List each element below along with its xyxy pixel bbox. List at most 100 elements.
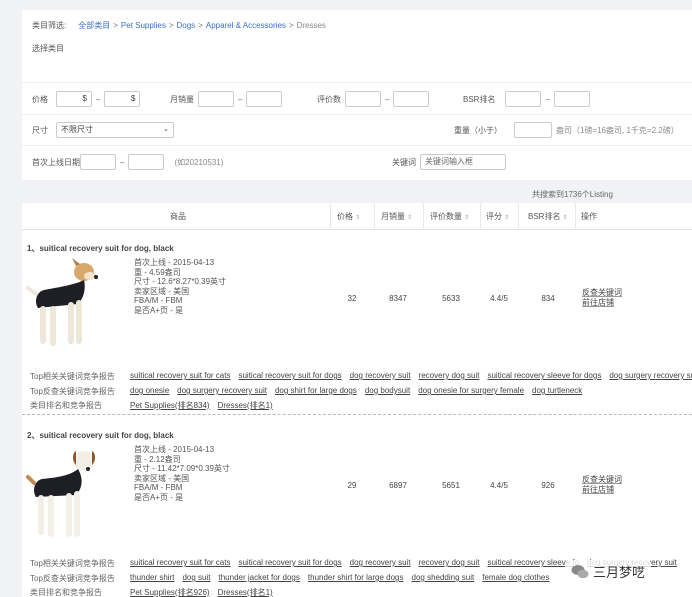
- launch-date-label: 首次上线日期: [32, 157, 80, 167]
- keyword-link[interactable]: recovery dog suit: [419, 371, 480, 382]
- category-rank-link[interactable]: Pet Supplies(排名926): [130, 587, 210, 597]
- range-dash: –: [545, 94, 550, 104]
- product-actions: 反查关键词 前往店铺: [582, 475, 622, 495]
- breadcrumb-apparel[interactable]: Apparel & Accessories: [206, 21, 286, 30]
- reviews-cell: 5651: [442, 481, 460, 490]
- chevron-down-icon: ⌄: [163, 126, 169, 133]
- reverse-keyword-link[interactable]: 反查关键词: [582, 475, 622, 485]
- header-price[interactable]: 价格 ⇕: [337, 203, 360, 230]
- header-bsr[interactable]: BSR排名 ⇕: [528, 203, 567, 230]
- header-monthly-sales[interactable]: 月销量 ⇕: [381, 203, 412, 230]
- keyword-link[interactable]: dog surgery recovery suit: [177, 386, 267, 397]
- header-rating[interactable]: 评分 ⇕: [486, 203, 509, 230]
- sales-cell: 8347: [389, 294, 407, 303]
- product-image[interactable]: [26, 445, 100, 545]
- price-cell: 29: [347, 481, 357, 490]
- visit-store-link[interactable]: 前往店铺: [582, 298, 622, 308]
- sort-icon: ⇕: [504, 215, 510, 221]
- category-rank-row: 类目排名和竞争报告 Pet Supplies(排名834) Dresses(排名…: [30, 400, 281, 411]
- keyword-link[interactable]: suitical recovery suit for dogs: [238, 371, 341, 382]
- range-dash: –: [96, 94, 101, 104]
- keyword-link[interactable]: thunder jacket for dogs: [219, 573, 300, 584]
- bsr-max-input[interactable]: [553, 91, 590, 107]
- header-product: 商品: [170, 212, 186, 221]
- product-meta: 首次上线 - 2015-04-13 重 - 2.12盎司 尺寸 - 11.42*…: [134, 445, 230, 502]
- kw-row-label: Top反查关键词竞争报告: [30, 574, 115, 583]
- bsr-min-input[interactable]: [505, 91, 542, 107]
- kw-row-label: 类目排名和竞争报告: [30, 401, 102, 410]
- category-rank-link[interactable]: Dresses(排名1): [218, 400, 273, 411]
- reviews-min-input[interactable]: [345, 91, 381, 107]
- sort-icon: ⇕: [562, 215, 568, 221]
- keyword-link[interactable]: dog suit: [182, 573, 210, 584]
- sort-icon: ⇕: [407, 215, 413, 221]
- launch-date-hint: (如20210531): [174, 157, 224, 167]
- select-category-label: 选择类目: [32, 44, 64, 53]
- keyword-report-row: Top相关关键词竞争报告 suitical recovery suit for …: [30, 371, 692, 382]
- keyword-link[interactable]: suitical recovery suit for cats: [130, 371, 230, 382]
- launch-date-start-input[interactable]: [80, 154, 116, 170]
- keyword-link[interactable]: suitical recovery suit for cats: [130, 558, 230, 569]
- keyword-report-row: Top反查关键词竞争报告 dog onesie dog surgery reco…: [30, 386, 590, 397]
- rating-cell: 4.4/5: [490, 481, 508, 490]
- keyword-link[interactable]: recovery dog suit: [419, 558, 480, 569]
- weight-label: 重量（小于）: [454, 125, 502, 135]
- wechat-icon: [571, 564, 589, 578]
- product-title[interactable]: 2、suitical recovery suit for dog, black: [27, 430, 174, 441]
- keyword-link[interactable]: dog onesie: [130, 386, 169, 397]
- sales-max-input[interactable]: [246, 91, 283, 107]
- launch-date-end-input[interactable]: [128, 154, 165, 170]
- reviews-max-input[interactable]: [393, 91, 430, 107]
- visit-store-link[interactable]: 前往店铺: [582, 485, 622, 495]
- header-reviews[interactable]: 评价数量 ⇕: [430, 203, 469, 230]
- breadcrumb-pet-supplies[interactable]: Pet Supplies: [121, 21, 166, 30]
- kw-row-label: Top反查关键词竞争报告: [30, 387, 115, 396]
- range-dash: –: [385, 94, 390, 104]
- sales-min-input[interactable]: [198, 91, 234, 107]
- row-divider: [22, 414, 692, 415]
- keyword-link[interactable]: suitical recovery suit for dogs: [238, 558, 341, 569]
- breadcrumb-all[interactable]: 全部类目: [78, 21, 110, 30]
- keyword-link[interactable]: dog recovery suit: [350, 558, 411, 569]
- keyword-link[interactable]: dog turtleneck: [532, 386, 582, 397]
- category-filter-label: 类目筛选:: [32, 21, 67, 30]
- result-count: 共搜索到1736个Listing: [532, 190, 613, 199]
- bsr-cell: 926: [541, 481, 555, 490]
- keyword-link[interactable]: dog bodysuit: [365, 386, 410, 397]
- kw-row-label: Top相关关键词竞争报告: [30, 372, 115, 381]
- range-dash: –: [120, 157, 125, 167]
- keyword-input[interactable]: 关键词输入框: [420, 154, 506, 170]
- product-image[interactable]: [26, 258, 100, 356]
- price-max-input[interactable]: $: [104, 91, 141, 107]
- keyword-link[interactable]: thunder shirt for large dogs: [308, 573, 404, 584]
- results-table: 商品 价格 ⇕ 月销量 ⇕ 评价数量 ⇕ 评分 ⇕ BSR排名 ⇕ 操作 1、suitic…: [22, 203, 692, 597]
- sales-cell: 6897: [389, 481, 407, 490]
- kw-row-label: Top相关关键词竞争报告: [30, 559, 115, 568]
- size-select-value: 不限尺寸: [61, 125, 93, 134]
- sort-icon: ⇕: [355, 215, 361, 221]
- size-select[interactable]: 不限尺寸 ⌄: [56, 122, 174, 138]
- keyword-link[interactable]: thunder shirt: [130, 573, 174, 584]
- weight-input[interactable]: [514, 122, 552, 138]
- price-min-input[interactable]: $: [56, 91, 92, 107]
- keyword-report-row: Top反查关键词竞争报告 thunder shirt dog suit thun…: [30, 573, 557, 584]
- keyword-link[interactable]: dog recovery suit: [350, 371, 411, 382]
- keyword-link[interactable]: dog surgery recovery suit: [609, 371, 692, 382]
- reverse-keyword-link[interactable]: 反查关键词: [582, 288, 622, 298]
- rating-cell: 4.4/5: [490, 294, 508, 303]
- price-cell: 32: [347, 294, 357, 303]
- category-rank-link[interactable]: Dresses(排名1): [218, 587, 273, 597]
- category-rank-link[interactable]: Pet Supplies(排名834): [130, 400, 210, 411]
- keyword-link[interactable]: female dog clothes: [482, 573, 549, 584]
- keyword-link[interactable]: dog shirt for large dogs: [275, 386, 357, 397]
- keyword-link[interactable]: dog shedding suit: [412, 573, 475, 584]
- product-title[interactable]: 1、suitical recovery suit for dog, black: [27, 243, 174, 254]
- keyword-link[interactable]: suitical recovery sleeve for dogs: [487, 371, 601, 382]
- kw-row-label: 类目排名和竞争报告: [30, 588, 102, 597]
- keyword-link[interactable]: dog onesie for surgery female: [418, 386, 524, 397]
- reviews-label: 评价数: [317, 94, 341, 104]
- monthly-sales-label: 月销量: [170, 94, 194, 104]
- breadcrumb-dogs[interactable]: Dogs: [177, 21, 196, 30]
- range-dash: –: [238, 94, 243, 104]
- table-header: 商品 价格 ⇕ 月销量 ⇕ 评价数量 ⇕ 评分 ⇕ BSR排名 ⇕ 操作: [22, 203, 692, 230]
